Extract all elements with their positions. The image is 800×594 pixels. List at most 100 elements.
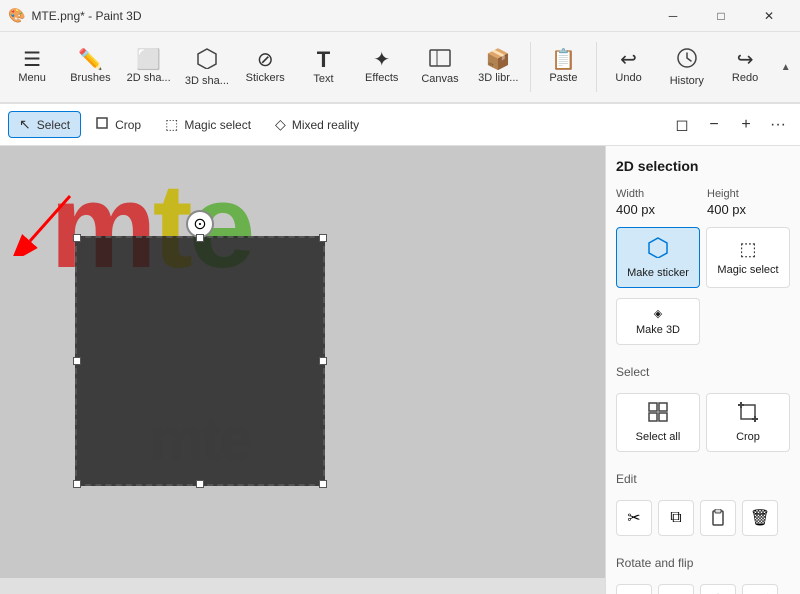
tool-paste-label: Paste xyxy=(549,72,577,84)
redo-icon: ↪ xyxy=(737,50,754,70)
select-all-icon xyxy=(648,402,668,427)
title-bar: 🎨 MTE.png* - Paint 3D ─ □ ✕ xyxy=(0,0,800,32)
minimize-button[interactable]: ─ xyxy=(650,0,696,32)
tool-3dshapes[interactable]: 3D sha... xyxy=(179,33,235,101)
paste-icon: 📋 xyxy=(551,50,576,70)
tool-brushes[interactable]: ✏️ Brushes xyxy=(62,33,118,101)
sec-tool-select[interactable]: ↖ Select xyxy=(8,111,81,138)
maximize-button[interactable]: □ xyxy=(698,0,744,32)
secondary-toolbar: ↖ Select Crop ⬚ Magic select ◇ Mixed rea… xyxy=(0,104,800,146)
crop-panel-label: Crop xyxy=(736,431,760,443)
width-field: Width 400 px xyxy=(616,188,699,217)
history-icon xyxy=(676,47,698,73)
stickers-icon: ⊘ xyxy=(257,50,274,70)
magic-select-icon: ⬚ xyxy=(165,116,178,133)
tool-menu[interactable]: ☰ Menu xyxy=(4,33,60,101)
title-bar-controls: ─ □ ✕ xyxy=(650,0,792,32)
brushes-icon: ✏️ xyxy=(78,50,103,70)
tool-canvas[interactable]: Canvas xyxy=(412,33,468,101)
handle-top-mid[interactable] xyxy=(196,234,204,242)
main-toolbar: ☰ Menu ✏️ Brushes ⬜ 2D sha... 3D sha... … xyxy=(0,32,800,104)
tool-stickers[interactable]: ⊘ Stickers xyxy=(237,33,293,101)
menu-icon: ☰ xyxy=(23,50,41,70)
2dshapes-icon: ⬜ xyxy=(136,50,161,70)
crop-panel-button[interactable]: Crop xyxy=(706,393,790,452)
canvas-icon xyxy=(429,49,451,71)
minus-btn[interactable]: − xyxy=(700,111,728,139)
flip-horizontal-button[interactable] xyxy=(742,584,778,594)
window-title: MTE.png* - Paint 3D xyxy=(31,9,141,23)
text-icon: T xyxy=(317,49,330,71)
make-sticker-button[interactable]: Make sticker xyxy=(616,227,700,288)
panel-title: 2D selection xyxy=(616,158,790,174)
handle-bot-right[interactable] xyxy=(319,480,327,488)
secondary-toolbar-right: ◻ − + ··· xyxy=(668,111,792,139)
edit-section-label: Edit xyxy=(616,472,790,486)
sec-tool-magic-select[interactable]: ⬚ Magic select xyxy=(155,112,261,137)
panel-action-buttons: Make sticker ⬚ Magic select xyxy=(616,227,790,288)
magic-select-label: Magic select xyxy=(717,264,778,276)
triangle-btn[interactable]: ◻ xyxy=(668,111,696,139)
mixed-reality-icon: ◇ xyxy=(275,116,286,133)
width-label: Width xyxy=(616,188,699,200)
magic-select-btn-icon: ⬚ xyxy=(739,239,756,260)
handle-bot-mid[interactable] xyxy=(196,480,204,488)
right-panel: 2D selection Width 400 px Height 400 px … xyxy=(605,146,800,594)
rotate-left-button[interactable]: ↺ xyxy=(616,584,652,594)
height-field: Height 400 px xyxy=(707,188,790,217)
make-3d-icon: ◈ xyxy=(654,307,662,320)
tool-text-label: Text xyxy=(313,73,333,85)
canvas-area[interactable]: mte ⊙ mte xyxy=(0,146,605,594)
app-icon: 🎨 xyxy=(8,7,25,24)
3dlib-icon: 📦 xyxy=(486,50,511,70)
sec-tool-select-label: Select xyxy=(37,118,70,132)
handle-mid-right[interactable] xyxy=(319,357,327,365)
handle-mid-left[interactable] xyxy=(73,357,81,365)
tool-2dshapes[interactable]: ⬜ 2D sha... xyxy=(121,33,177,101)
horizontal-scrollbar[interactable] xyxy=(0,578,605,594)
tool-text[interactable]: T Text xyxy=(295,33,351,101)
selection-box[interactable]: ⊙ mte xyxy=(75,236,325,486)
toolbar-divider xyxy=(530,42,531,92)
crop-icon xyxy=(95,116,109,133)
tool-redo[interactable]: ↪ Redo xyxy=(717,33,773,101)
sec-tool-mixed-reality[interactable]: ◇ Mixed reality xyxy=(265,112,369,137)
tool-paste[interactable]: 📋 Paste xyxy=(535,33,591,101)
cut-button[interactable]: ✂ xyxy=(616,500,652,536)
make-sticker-icon xyxy=(647,236,669,263)
delete-button[interactable]: 🗑 xyxy=(742,500,778,536)
canvas-surface: mte ⊙ mte xyxy=(0,146,605,578)
close-button[interactable]: ✕ xyxy=(746,0,792,32)
sec-tool-crop[interactable]: Crop xyxy=(85,112,151,137)
select-all-button[interactable]: Select all xyxy=(616,393,700,452)
handle-top-right[interactable] xyxy=(319,234,327,242)
make-3d-button[interactable]: ◈ Make 3D xyxy=(616,298,700,345)
tool-history[interactable]: History xyxy=(659,33,715,101)
tool-3dlib[interactable]: 📦 3D libr... xyxy=(470,33,526,101)
paste-panel-button[interactable] xyxy=(700,500,736,536)
effects-icon: ✦ xyxy=(373,50,390,70)
main-area: mte ⊙ mte xyxy=(0,146,800,594)
edit-icon-row: ✂ ⧉ 🗑 xyxy=(616,500,790,536)
magic-select-button[interactable]: ⬚ Magic select xyxy=(706,227,790,288)
sec-tool-mixed-label: Mixed reality xyxy=(292,118,359,132)
handle-bot-left[interactable] xyxy=(73,480,81,488)
more-btn[interactable]: ··· xyxy=(764,111,792,139)
tool-canvas-label: Canvas xyxy=(421,73,458,85)
select-btn-grid: Select all Crop xyxy=(616,393,790,452)
tool-history-label: History xyxy=(670,75,704,87)
tool-effects[interactable]: ✦ Effects xyxy=(354,33,410,101)
height-value: 400 px xyxy=(707,202,790,217)
tool-3dshapes-label: 3D sha... xyxy=(185,75,229,87)
handle-top-left[interactable] xyxy=(73,234,81,242)
undo-icon: ↩ xyxy=(620,50,637,70)
toolbar-expand[interactable]: ▲ xyxy=(775,33,796,101)
make-3d-label: Make 3D xyxy=(636,324,680,336)
copy-button[interactable]: ⧉ xyxy=(658,500,694,536)
rotate-right-button[interactable]: ↻ xyxy=(658,584,694,594)
flip-vertical-button[interactable] xyxy=(700,584,736,594)
tool-effects-label: Effects xyxy=(365,72,398,84)
tool-menu-label: Menu xyxy=(18,72,46,84)
tool-undo[interactable]: ↩ Undo xyxy=(600,33,656,101)
plus-btn[interactable]: + xyxy=(732,111,760,139)
